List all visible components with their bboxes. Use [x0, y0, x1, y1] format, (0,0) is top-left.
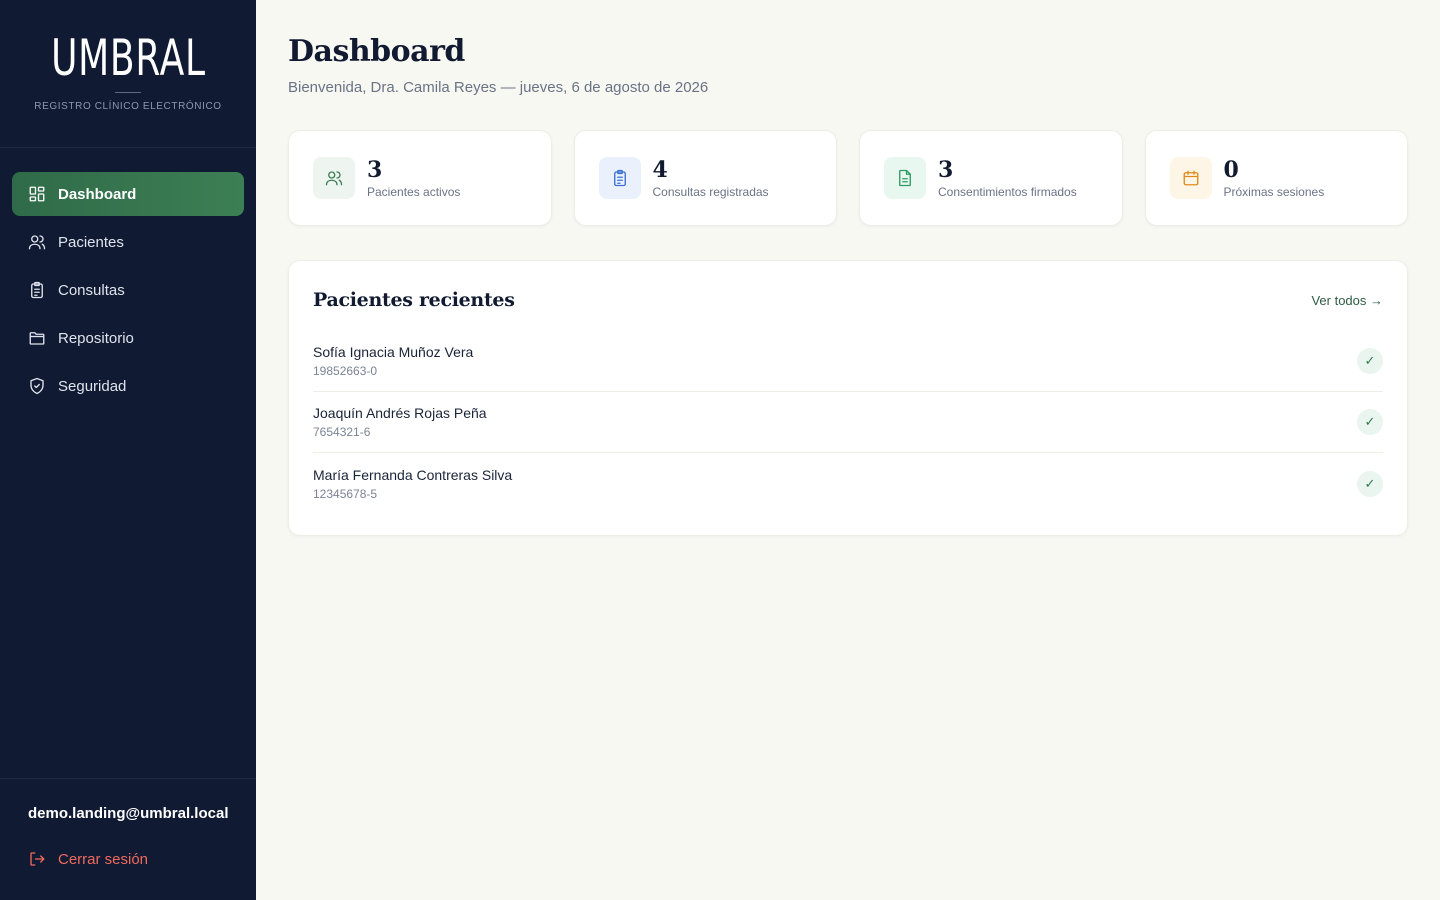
patient-rut: 12345678-5 [313, 486, 378, 501]
patient-name: Joaquín Andrés Rojas Peña [313, 405, 487, 421]
main-content: Dashboard Bienvenida, Dra. Camila Reyes … [288, 34, 1408, 536]
sidebar-item-consultas[interactable]: Consultas [12, 268, 244, 312]
brand: UMBRAL REGISTRO CLÍNICO ELECTRÓNICO [0, 0, 256, 148]
patient-rut: 19852663-0 [313, 364, 378, 378]
sidebar-item-label: Repositorio [58, 329, 134, 347]
sidebar-item-repositorio[interactable]: Repositorio [12, 316, 244, 360]
clipboard-icon [28, 281, 46, 299]
patient-row[interactable]: Sofía Ignacia Muñoz Vera 19852663-0 ✓ [313, 331, 1383, 392]
brand-subtitle: REGISTRO CLÍNICO ELECTRÓNICO [34, 101, 222, 112]
patient-row[interactable]: María Fernanda Contreras Silva 12345678-… [313, 453, 1383, 514]
panel-title: Pacientes recientes [313, 289, 515, 311]
dashboard-grid-icon [28, 185, 46, 203]
view-all-link[interactable]: Ver todos → [1311, 293, 1383, 308]
check-icon: ✓ [1357, 409, 1383, 435]
user-email: demo.landing@umbral.local [28, 805, 229, 822]
page-title: Dashboard [288, 34, 465, 69]
stat-card-consultas: 4 Consultas registradas [573, 130, 837, 226]
sidebar-item-label: Pacientes [58, 233, 124, 251]
sidebar-item-label: Consultas [58, 281, 125, 299]
check-icon: ✓ [1357, 470, 1383, 497]
users-icon [325, 169, 343, 187]
sidebar-item-label: Dashboard [58, 185, 137, 203]
stat-label: Consentimientos firmados [938, 185, 1077, 199]
users-icon [28, 233, 46, 251]
shield-check-icon [28, 377, 46, 395]
sidebar-nav: Dashboard Pacientes Consultas Repositori… [0, 148, 256, 408]
brand-logo-text: UMBRAL [50, 29, 206, 87]
stat-icon-box [598, 157, 641, 199]
stat-icon-box [313, 157, 355, 199]
check-icon: ✓ [1357, 348, 1383, 374]
calendar-icon [1182, 169, 1200, 187]
logout-icon [28, 850, 46, 868]
stats-row: 3 Pacientes activos 4 Consultas registra… [288, 130, 1408, 226]
stat-value: 0 [1223, 157, 1239, 183]
logout-button[interactable]: Cerrar sesión [28, 850, 228, 868]
stat-icon-box [884, 157, 926, 199]
folder-icon [28, 329, 46, 347]
sidebar-item-dashboard[interactable]: Dashboard [12, 172, 244, 216]
patient-row[interactable]: Joaquín Andrés Rojas Peña 7654321-6 ✓ [313, 392, 1383, 453]
patient-name: María Fernanda Contreras Silva [313, 466, 513, 483]
sidebar: UMBRAL REGISTRO CLÍNICO ELECTRÓNICO Dash… [0, 0, 256, 900]
clipboard-icon [611, 169, 629, 187]
page-subtitle: Bienvenida, Dra. Camila Reyes — jueves, … [288, 79, 709, 96]
brand-divider [115, 92, 141, 93]
stat-value: 3 [938, 157, 954, 183]
stat-value: 3 [367, 157, 383, 183]
stat-label: Próximas sesiones [1223, 185, 1325, 199]
stat-label: Pacientes activos [367, 185, 461, 199]
stat-label: Consultas registradas [652, 185, 769, 199]
document-icon [896, 169, 914, 187]
sidebar-item-pacientes[interactable]: Pacientes [12, 220, 244, 264]
stat-icon-box [1169, 157, 1212, 199]
panel-header: Pacientes recientes Ver todos → [313, 289, 1383, 311]
patient-rut: 7654321-6 [313, 425, 371, 439]
stat-card-consentimientos: 3 Consentimientos firmados [859, 130, 1123, 226]
stat-value: 4 [652, 157, 668, 183]
sidebar-footer: demo.landing@umbral.local Cerrar sesión [0, 778, 256, 900]
recent-patients-panel: Pacientes recientes Ver todos → Sofía Ig… [288, 260, 1408, 536]
stat-card-sesiones: 0 Próximas sesiones [1144, 130, 1408, 226]
sidebar-item-seguridad[interactable]: Seguridad [12, 364, 244, 408]
stat-card-pacientes: 3 Pacientes activos [288, 130, 552, 226]
logout-label: Cerrar sesión [58, 850, 149, 868]
patient-name: Sofía Ignacia Muñoz Vera [313, 344, 474, 360]
sidebar-item-label: Seguridad [58, 377, 127, 395]
patient-list: Sofía Ignacia Muñoz Vera 19852663-0 ✓ Jo… [313, 331, 1383, 514]
